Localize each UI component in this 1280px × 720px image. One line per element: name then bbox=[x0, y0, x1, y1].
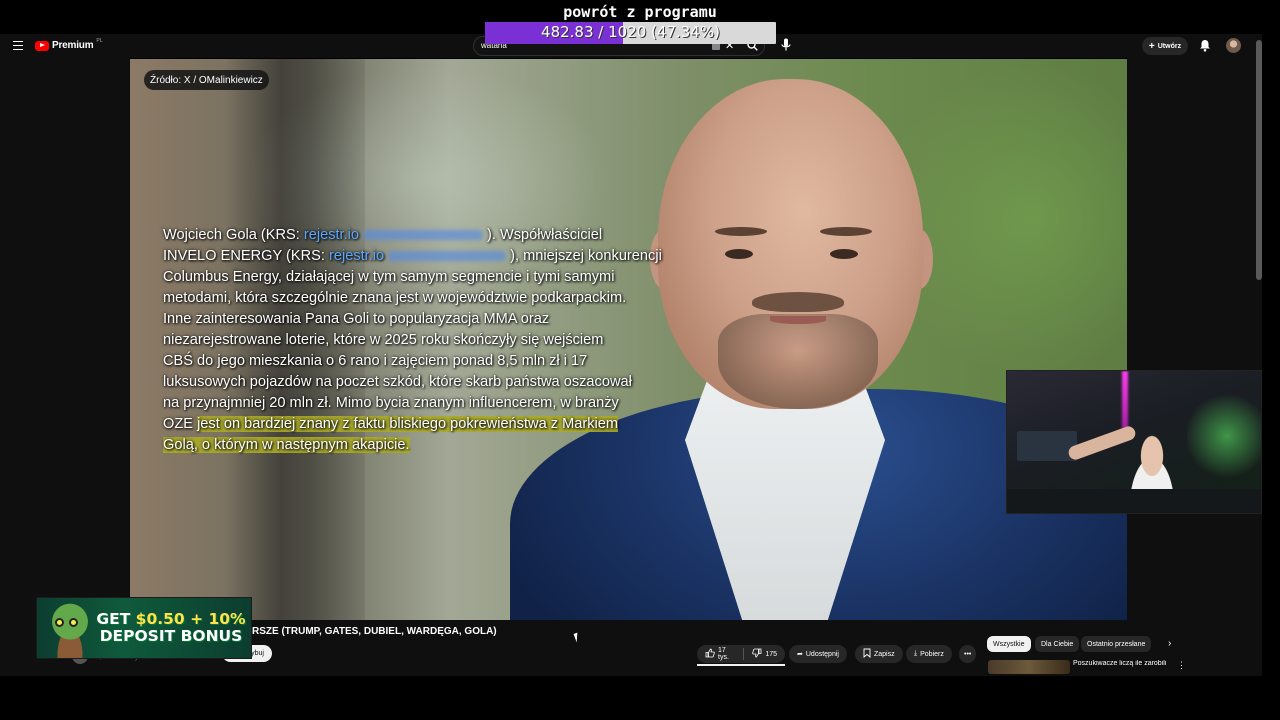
share-button[interactable]: ➦ Udostępnij bbox=[789, 645, 847, 663]
caption-text: INVELO ENERGY (KRS: bbox=[163, 248, 329, 264]
caption-text: ), mniejszej konkurencji bbox=[510, 248, 662, 264]
chip-all[interactable]: Wszystkie bbox=[987, 636, 1031, 652]
caption-line: niezarejestrowane loterie, które w 2025 … bbox=[163, 332, 604, 348]
caption-link: rejestr.io bbox=[303, 227, 360, 243]
caption-link: rejestr.io bbox=[328, 248, 385, 264]
chip-recently-uploaded[interactable]: Ostatnio przesłane bbox=[1081, 636, 1152, 652]
kebab-menu-icon[interactable]: ⋮ bbox=[1177, 660, 1186, 671]
mouth bbox=[770, 316, 826, 324]
ad-line-1: GET $0.50 + 10% bbox=[89, 610, 251, 628]
youtube-logo[interactable]: Premium PL bbox=[35, 37, 103, 51]
mustache bbox=[752, 292, 844, 312]
ad-text: GET $0.50 + 10% DEPOSIT BONUS bbox=[89, 610, 251, 645]
rgb-light bbox=[1122, 371, 1128, 431]
caption-line: luksusowych pojazdów na poczet szkód, kt… bbox=[163, 374, 632, 390]
progress-text: 482.83 / 1020 (47.34%) bbox=[541, 23, 720, 41]
thumbs-down-icon[interactable] bbox=[752, 648, 762, 660]
dislike-count[interactable]: 175 bbox=[765, 651, 777, 658]
like-dislike-group: 17 tys. 175 bbox=[697, 645, 785, 663]
caption-line: INVELO ENERGY (KRS: rejestr.io ), mniejsz… bbox=[163, 246, 668, 267]
redacted-blur bbox=[363, 230, 484, 241]
thumbs-up-icon[interactable] bbox=[705, 648, 715, 660]
mic-icon[interactable] bbox=[779, 37, 793, 53]
caption-line: Golą, o którym w następnym akapicie. bbox=[163, 435, 668, 456]
download-label: Pobierz bbox=[920, 650, 944, 658]
redacted-blur bbox=[388, 251, 507, 262]
left-eye bbox=[725, 249, 753, 259]
bookmark-icon bbox=[863, 648, 871, 660]
screen: powrót z programu 482.83 / 1020 (47.34%)… bbox=[0, 0, 1280, 720]
stream-progress-bar: 482.83 / 1020 (47.34%) bbox=[485, 22, 776, 44]
hamburger-menu-icon[interactable] bbox=[13, 41, 23, 50]
monitor bbox=[1017, 431, 1077, 461]
page-scrollbar[interactable] bbox=[1256, 40, 1262, 280]
beard bbox=[718, 314, 878, 409]
caption-text: Wojciech Gola (KRS: bbox=[163, 227, 304, 243]
caption-line: Inne zainteresowania Pana Goli to popula… bbox=[163, 311, 550, 327]
caption-line: Wojciech Gola (KRS: rejestr.io ). Współwł… bbox=[163, 225, 668, 246]
recommendation-title[interactable]: Poszukiwacze liczą ile zarobili bbox=[1073, 660, 1173, 667]
like-underline bbox=[697, 664, 785, 666]
caption-line: na przynajmniej 20 mln zł. Mimo bycia zn… bbox=[163, 395, 619, 411]
caption-line: OZE jest on bardziej znany z faktu blisk… bbox=[163, 414, 668, 435]
caption-line: Columbus Energy, działającej w tym samym… bbox=[163, 269, 615, 285]
caption-highlight: jest on bardziej znany z faktu bliskiego… bbox=[197, 416, 619, 432]
create-button[interactable]: + Utwórz bbox=[1142, 37, 1188, 55]
chevron-right-icon[interactable]: › bbox=[1168, 638, 1171, 649]
save-label: Zapisz bbox=[874, 650, 895, 658]
stream-overlay-title: powrót z programu bbox=[563, 3, 717, 21]
mascot-eye bbox=[55, 618, 64, 627]
logo-text: Premium bbox=[52, 40, 94, 51]
caption-line: metodami, która szczególnie znana jest w… bbox=[163, 290, 627, 306]
deposit-bonus-ad[interactable]: GET $0.50 + 10% DEPOSIT BONUS bbox=[36, 597, 252, 659]
recommendation-thumbnail[interactable] bbox=[988, 660, 1070, 674]
chip-for-you[interactable]: Dla Ciebie bbox=[1035, 636, 1080, 652]
caption-text: ). Współwłaściciel bbox=[487, 227, 603, 243]
download-icon: ⤓ bbox=[914, 650, 918, 657]
account-avatar[interactable] bbox=[1226, 38, 1241, 53]
streamer-webcam bbox=[1006, 370, 1262, 514]
plus-icon: + bbox=[1148, 40, 1155, 52]
share-icon: ➦ bbox=[797, 651, 803, 658]
source-tag: Źródło: X / OMalinkiewicz bbox=[144, 70, 269, 90]
like-count[interactable]: 17 tys. bbox=[718, 647, 734, 661]
left-brow bbox=[715, 227, 767, 236]
caption-text: OZE bbox=[163, 416, 198, 432]
ad-get: GET bbox=[96, 610, 136, 628]
more-icon: ••• bbox=[964, 650, 972, 658]
logo-region: PL bbox=[96, 37, 103, 44]
ad-line-2: DEPOSIT BONUS bbox=[99, 627, 243, 645]
desk bbox=[1007, 489, 1261, 513]
youtube-logo-icon bbox=[35, 40, 49, 51]
ad-mascot bbox=[45, 602, 95, 658]
divider bbox=[742, 648, 744, 660]
caption-line: CBŚ do jego mieszkania o 6 rano i zajęci… bbox=[163, 353, 588, 369]
create-label: Utwórz bbox=[1157, 42, 1182, 50]
video-caption: Wojciech Gola (KRS: rejestr.io ). Współwł… bbox=[163, 225, 668, 456]
download-button[interactable]: ⤓ Pobierz bbox=[906, 645, 952, 663]
green-glow bbox=[1187, 391, 1261, 481]
bell-icon[interactable] bbox=[1199, 39, 1211, 52]
mascot-eye bbox=[69, 618, 78, 627]
left-gutter bbox=[0, 58, 130, 620]
ad-amount: $0.50 + 10% bbox=[135, 610, 246, 628]
caption-highlight: Golą, o którym w następnym akapicie. bbox=[163, 437, 410, 453]
video-title: RSZE (TRUMP, GATES, DUBIEL, WARDĘGA, GOL… bbox=[252, 626, 497, 637]
right-eye bbox=[830, 249, 858, 259]
right-gutter bbox=[1127, 58, 1262, 620]
right-brow bbox=[820, 227, 872, 236]
save-button[interactable]: Zapisz bbox=[855, 645, 903, 663]
share-label: Udostępnij bbox=[805, 650, 839, 658]
